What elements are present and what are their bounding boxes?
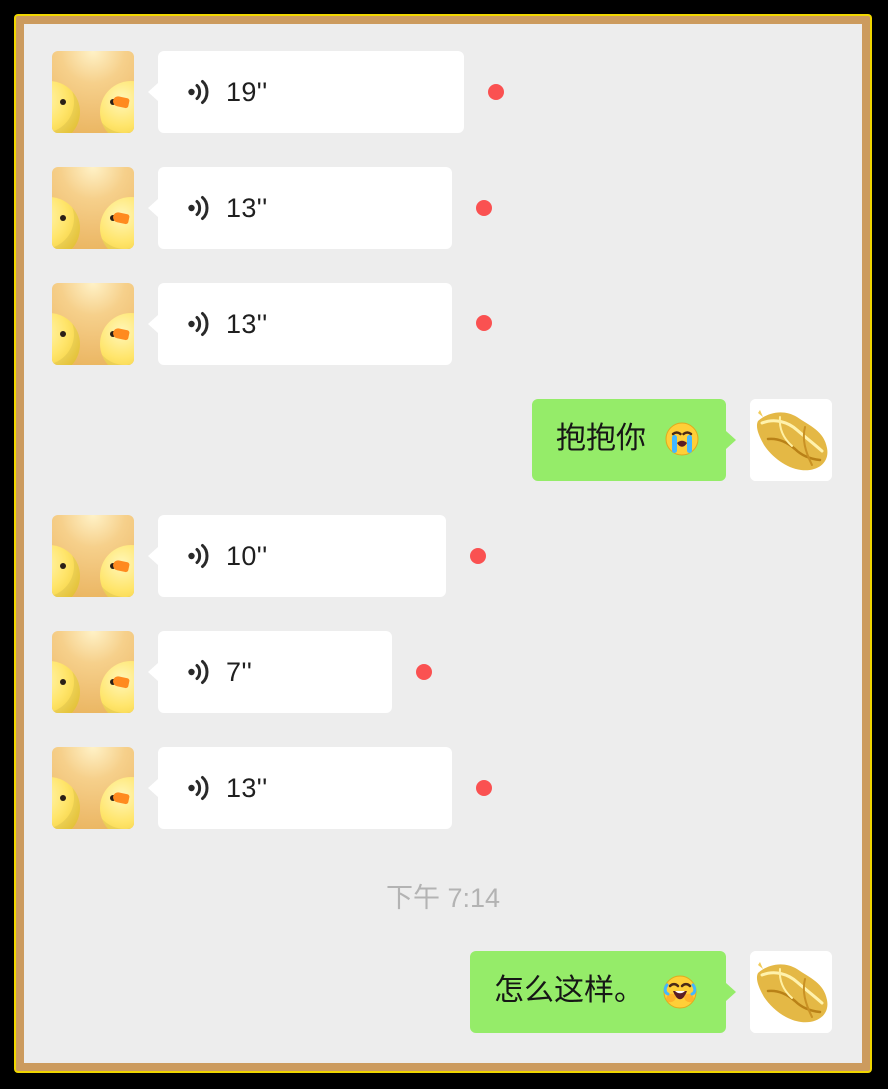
sender-avatar[interactable]	[52, 747, 134, 829]
message-text: 抱抱你	[556, 421, 646, 456]
voice-wave-icon	[188, 660, 209, 684]
unread-dot	[476, 315, 492, 331]
duck-avatar-left	[52, 81, 80, 133]
sender-avatar[interactable]	[52, 631, 134, 713]
laugh-cry-face-icon	[663, 975, 697, 1009]
duck-eye-left	[60, 679, 66, 685]
text-message[interactable]: 怎么这样。	[470, 951, 736, 1033]
duck-eye-left	[60, 331, 66, 337]
duck-avatar-left	[52, 661, 80, 713]
voice-message[interactable]: 13''	[148, 747, 452, 829]
voice-duration: 10''	[226, 541, 268, 571]
duck-avatar-right	[100, 81, 134, 133]
unread-dot	[488, 84, 504, 100]
unread-dot	[476, 780, 492, 796]
duck-avatar-right	[100, 777, 134, 829]
duck-eye-left	[60, 99, 66, 105]
voice-wave-icon	[188, 776, 209, 800]
chat-window: 19'' 13'' 13'' 抱抱你 10'' 7'' 13'' 下午 7:14…	[24, 24, 862, 1063]
voice-message[interactable]: 19''	[148, 51, 464, 133]
sender-avatar[interactable]	[52, 167, 134, 249]
sender-avatar[interactable]	[52, 283, 134, 365]
gold-leaf-icon	[750, 951, 832, 1033]
voice-duration: 19''	[226, 77, 268, 107]
gold-leaf-icon	[750, 399, 832, 481]
voice-wave-icon	[188, 196, 209, 220]
chat-timestamp: 下午 7:14	[385, 883, 501, 913]
duck-avatar-left	[52, 545, 80, 597]
unread-dot	[470, 548, 486, 564]
duck-avatar-right	[100, 661, 134, 713]
voice-duration: 7''	[226, 657, 253, 687]
crying-face-icon	[665, 422, 699, 456]
duck-avatar-right	[100, 545, 134, 597]
duck-avatar-left	[52, 777, 80, 829]
duck-avatar-left	[52, 313, 80, 365]
sender-avatar[interactable]	[52, 515, 134, 597]
voice-message[interactable]: 13''	[148, 167, 452, 249]
duck-eye-left	[60, 215, 66, 221]
duck-eye-left	[60, 795, 66, 801]
duck-avatar-right	[100, 313, 134, 365]
voice-message[interactable]: 10''	[148, 515, 446, 597]
screenshot-frame: 19'' 13'' 13'' 抱抱你 10'' 7'' 13'' 下午 7:14…	[16, 16, 870, 1071]
voice-message[interactable]: 7''	[148, 631, 392, 713]
voice-wave-icon	[188, 544, 209, 568]
voice-wave-icon	[188, 80, 209, 104]
message-text: 怎么这样。	[494, 973, 644, 1008]
unread-dot	[416, 664, 432, 680]
sender-avatar[interactable]	[52, 51, 134, 133]
unread-dot	[476, 200, 492, 216]
voice-message[interactable]: 13''	[148, 283, 452, 365]
user-avatar[interactable]	[750, 951, 832, 1033]
user-avatar[interactable]	[750, 399, 832, 481]
duck-avatar-right	[100, 197, 134, 249]
voice-wave-icon	[188, 312, 209, 336]
voice-duration: 13''	[226, 773, 268, 803]
text-message[interactable]: 抱抱你	[532, 399, 736, 481]
voice-duration: 13''	[226, 193, 268, 223]
voice-duration: 13''	[226, 309, 268, 339]
duck-avatar-left	[52, 197, 80, 249]
duck-eye-left	[60, 563, 66, 569]
